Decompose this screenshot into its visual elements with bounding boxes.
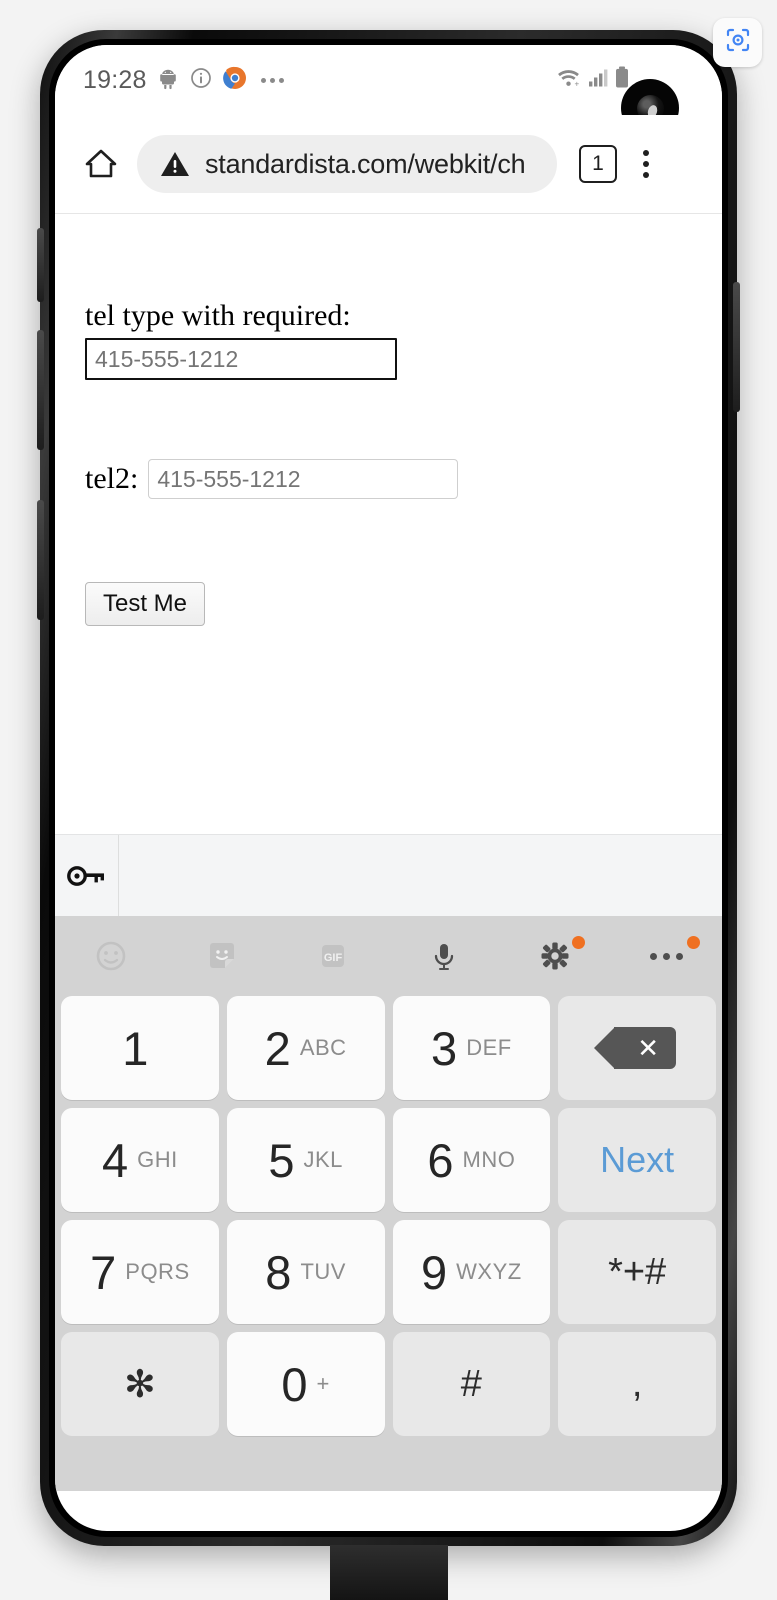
- status-clock: 19:28: [83, 65, 147, 94]
- chrome-icon: [222, 65, 248, 96]
- key-0[interactable]: 0 +: [226, 1332, 385, 1436]
- key-label: *+#: [608, 1250, 667, 1293]
- tab-counter-button[interactable]: 1: [579, 145, 617, 183]
- status-bar: 19:28 +: [55, 45, 722, 137]
- key-4[interactable]: 4 GHI: [61, 1108, 219, 1212]
- home-icon[interactable]: [79, 144, 123, 184]
- key-letters: DEF: [466, 1035, 512, 1060]
- phone-frame: 19:28 + standardista.com/webkit/ch 1 tel…: [37, 30, 740, 1546]
- key-letters: MNO: [462, 1147, 516, 1172]
- screenshot-canvas: 19:28 + standardista.com/webkit/ch 1 tel…: [0, 0, 777, 1600]
- tel-input-2[interactable]: [148, 459, 459, 499]
- overflow-dots-icon: [260, 77, 284, 83]
- key-symbols[interactable]: *+#: [558, 1220, 716, 1324]
- svg-text:GIF: GIF: [324, 952, 343, 964]
- key-label: 8: [265, 1245, 292, 1299]
- keypad-row: 4 GHI 5 JKL 6 MNO Next: [61, 1108, 716, 1212]
- settings-gear-icon[interactable]: [500, 916, 611, 996]
- wifi-icon: +: [555, 67, 582, 94]
- phone-screen: 19:28 + standardista.com/webkit/ch 1 tel…: [55, 45, 722, 1531]
- keyboard-toolbar: GIF: [55, 916, 722, 996]
- key-comma[interactable]: ,: [558, 1332, 716, 1436]
- phone-volume-down-button[interactable]: [37, 500, 44, 620]
- key-hash[interactable]: #: [392, 1332, 551, 1436]
- key-label: 7: [90, 1245, 117, 1299]
- key-2[interactable]: 2 ABC: [226, 996, 385, 1100]
- key-label: 0: [281, 1357, 308, 1411]
- keypad: 1 2 ABC 3 DEF ✕ 4 GHI 5 JKL 6 MNO Next 7…: [55, 996, 722, 1436]
- key-backspace[interactable]: ✕: [558, 996, 716, 1100]
- key-6[interactable]: 6 MNO: [392, 1108, 551, 1212]
- key-label: 5: [268, 1133, 295, 1187]
- scan-capture-button[interactable]: [713, 18, 762, 67]
- key-label: Next: [600, 1139, 675, 1180]
- key-letters: TUV: [300, 1259, 346, 1284]
- key-letters: GHI: [137, 1147, 178, 1172]
- svg-text:+: +: [575, 80, 580, 89]
- not-secure-warning-icon[interactable]: [159, 149, 191, 179]
- tel-field-group-2: tel2:: [85, 459, 459, 499]
- url-bar[interactable]: standardista.com/webkit/ch: [137, 135, 557, 193]
- microphone-icon[interactable]: [389, 916, 500, 996]
- key-label: 6: [427, 1133, 454, 1187]
- key-asterisk[interactable]: ✻: [61, 1332, 219, 1436]
- key-1[interactable]: 1: [61, 996, 219, 1100]
- key-7[interactable]: 7 PQRS: [61, 1220, 219, 1324]
- settings-badge-dot: [571, 936, 585, 949]
- key-letters: JKL: [303, 1147, 343, 1172]
- gif-icon[interactable]: GIF: [277, 916, 388, 996]
- phone-bezel: 19:28 + standardista.com/webkit/ch 1 tel…: [49, 39, 728, 1537]
- key-9[interactable]: 9 WXYZ: [392, 1220, 551, 1324]
- key-8[interactable]: 8 TUV: [226, 1220, 385, 1324]
- key-letters: +: [316, 1371, 330, 1396]
- key-label: 3: [431, 1021, 458, 1075]
- signal-bars-icon: [587, 67, 609, 94]
- android-robot-icon: [156, 66, 180, 95]
- key-label: 4: [101, 1133, 129, 1187]
- phone-side-button[interactable]: [37, 228, 44, 302]
- status-bar-left: 19:28: [83, 65, 284, 96]
- browser-toolbar: standardista.com/webkit/ch 1: [55, 115, 722, 214]
- key-5[interactable]: 5 JKL: [226, 1108, 385, 1212]
- info-circle-icon: [189, 66, 213, 95]
- emoji-icon[interactable]: [55, 916, 166, 996]
- key-letters: WXYZ: [456, 1259, 522, 1284]
- status-bar-right: +: [555, 66, 630, 95]
- keypad-row: ✻ 0 + # ,: [61, 1332, 716, 1436]
- tel-input-1[interactable]: [85, 338, 397, 380]
- web-page-content: tel type with required: tel2: Test Me: [55, 214, 722, 834]
- key-label: ✻: [123, 1363, 156, 1406]
- key-letters: PQRS: [125, 1259, 190, 1284]
- keypad-row: 1 2 ABC 3 DEF ✕: [61, 996, 716, 1100]
- key-label: #: [460, 1362, 482, 1405]
- scan-capture-icon: [724, 26, 752, 59]
- tel-field-2-label: tel2:: [85, 462, 139, 495]
- phone-volume-up-button[interactable]: [37, 330, 44, 450]
- key-label: 9: [421, 1245, 448, 1299]
- autofill-suggestion-bar: [55, 834, 722, 917]
- tab-count-label: 1: [592, 152, 604, 175]
- url-text: standardista.com/webkit/ch: [205, 148, 526, 179]
- three-dot-menu-icon[interactable]: [643, 150, 649, 178]
- phone-power-button[interactable]: [733, 282, 740, 412]
- tel-field-group-1: tel type with required:: [85, 299, 397, 380]
- key-3[interactable]: 3 DEF: [392, 996, 551, 1100]
- key-next[interactable]: Next: [558, 1108, 716, 1212]
- phone-stand: [330, 1545, 448, 1600]
- key-letters: ABC: [299, 1035, 347, 1060]
- key-label: 2: [264, 1021, 291, 1075]
- on-screen-keyboard: GIF 1 2 ABC 3 DEF ✕ 4 GHI 5 JKL 6 MNO Ne…: [55, 916, 722, 1491]
- test-me-button[interactable]: Test Me: [85, 582, 206, 626]
- more-options-badge-dot: [687, 936, 701, 949]
- more-options-icon[interactable]: [611, 916, 722, 996]
- tel-field-1-label: tel type with required:: [85, 299, 351, 332]
- sticker-icon[interactable]: [166, 916, 277, 996]
- key-label: ,: [631, 1362, 643, 1405]
- key-label: 1: [122, 1021, 149, 1075]
- keypad-row: 7 PQRS 8 TUV 9 WXYZ *+#: [61, 1220, 716, 1324]
- backspace-icon: ✕: [594, 1027, 677, 1069]
- key-icon[interactable]: [55, 835, 119, 917]
